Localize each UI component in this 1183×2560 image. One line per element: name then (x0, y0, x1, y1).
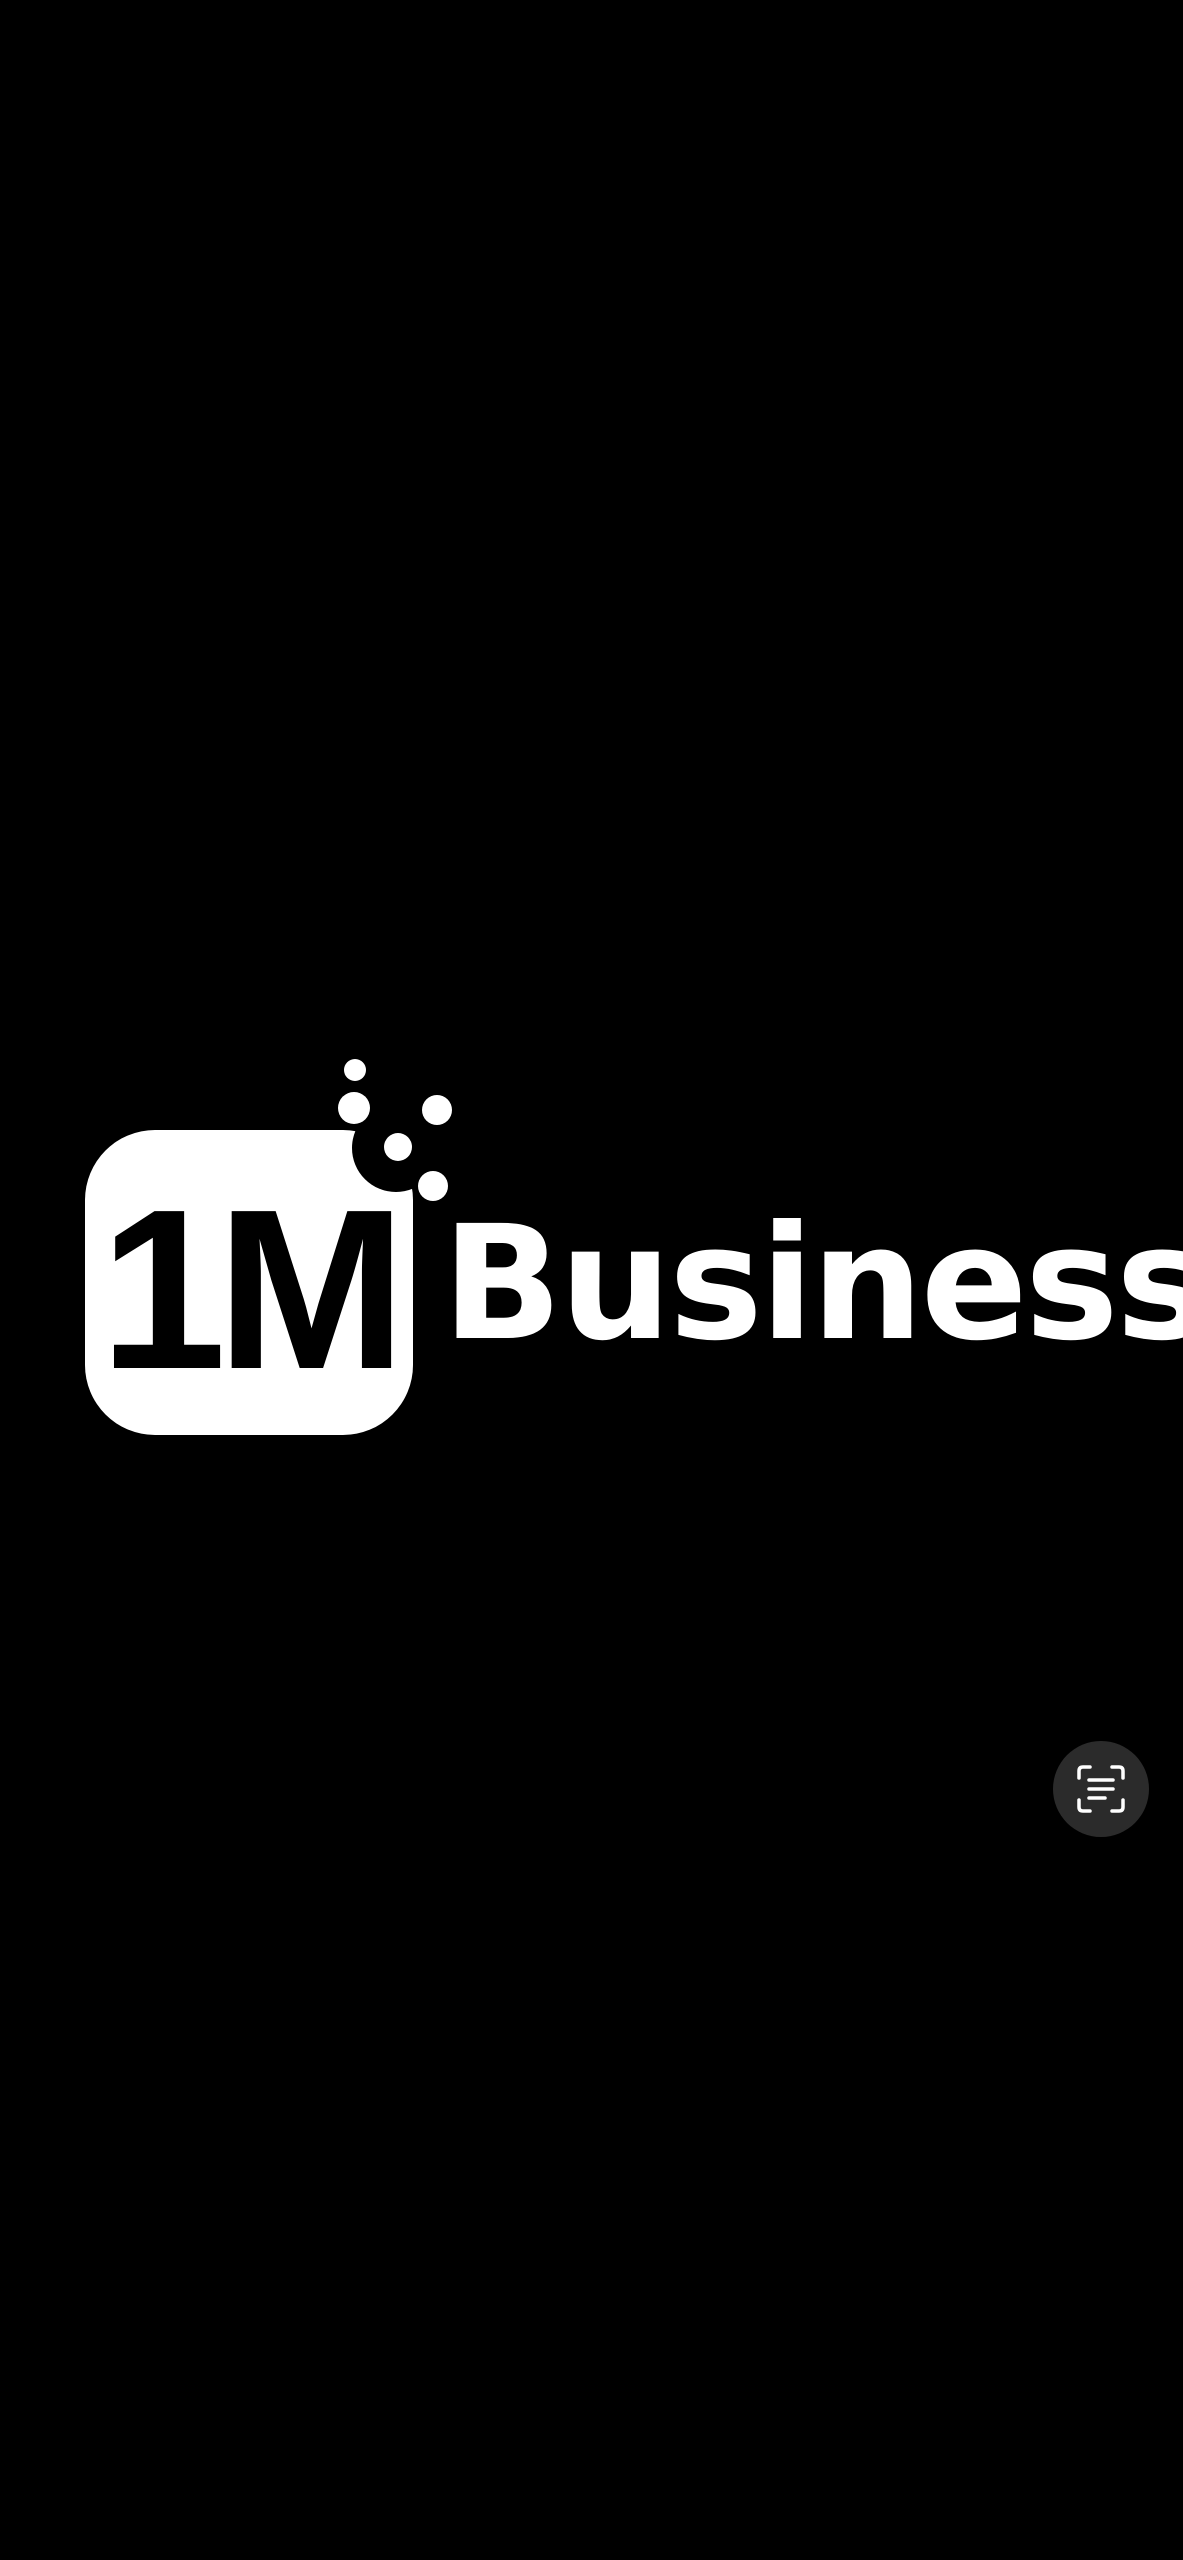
logo-wordmark: Business (442, 1192, 1183, 1376)
splash-screen: 1M Business (0, 0, 1183, 2560)
logo-mark: 1M (80, 1055, 480, 1440)
text-scan-button[interactable] (1053, 1741, 1149, 1837)
logo-mark-text: 1M (100, 1163, 397, 1417)
logo-mark-graphic: 1M (85, 1059, 452, 1435)
app-logo: 1M Business (80, 1055, 1183, 1440)
text-scan-icon (1077, 1765, 1125, 1813)
